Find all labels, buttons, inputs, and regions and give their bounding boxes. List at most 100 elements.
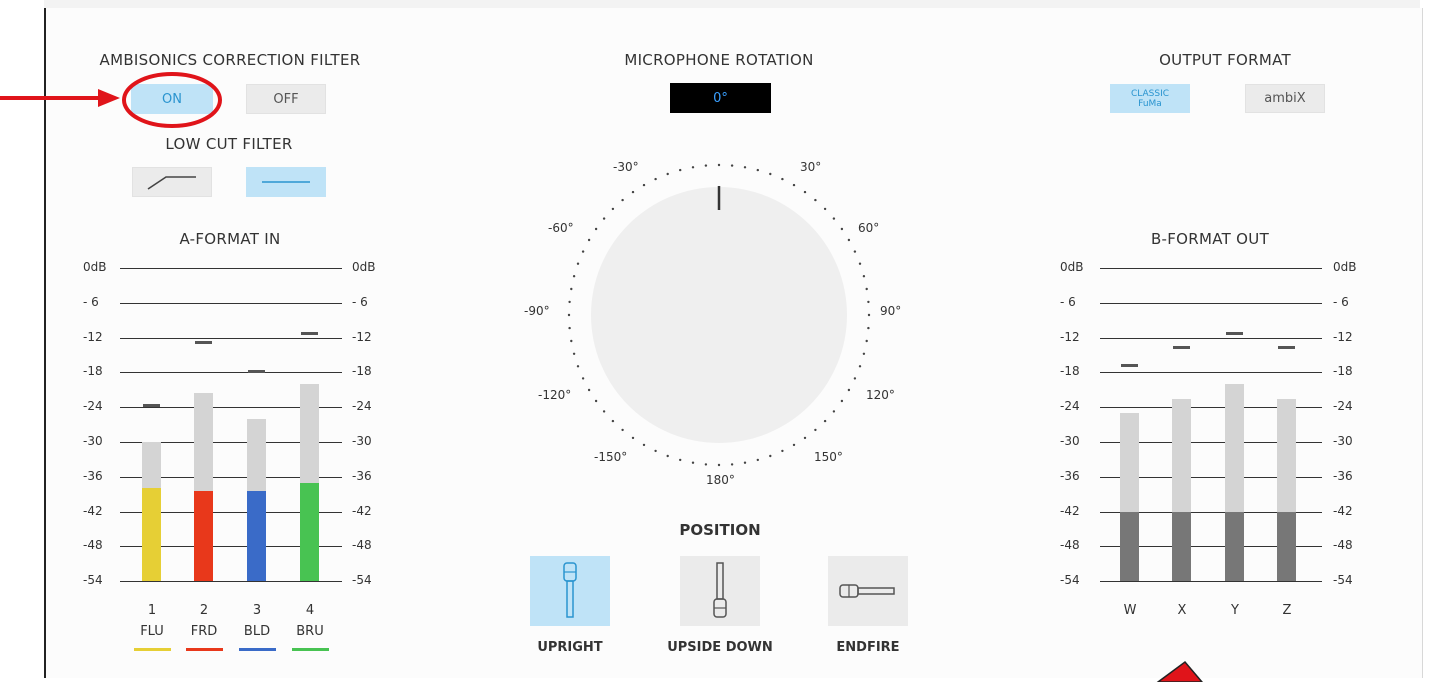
low-cut-flat-button[interactable]: [246, 167, 326, 197]
a-channel-color-swatch: [239, 648, 276, 651]
b-meter-scale-label-right: -18: [1333, 364, 1353, 379]
a-meter-scale-label-left: -18: [83, 364, 103, 379]
b-meter-scale-label-left: -54: [1060, 573, 1080, 588]
a-meter-scale-label-right: -48: [352, 538, 372, 553]
dial-dot: [823, 207, 827, 211]
b-channel-name: Z: [1282, 603, 1292, 618]
b-meter-gridline: [1100, 372, 1322, 374]
dial-dot: [602, 410, 606, 413]
a-meter-peak-marker: [143, 404, 160, 408]
b-meter-scale-label-right: -12: [1333, 329, 1353, 344]
a-meter-scale-label-left: -42: [83, 503, 103, 518]
rotation-knob[interactable]: [591, 187, 847, 443]
a-meter-scale-label-right: -12: [352, 329, 372, 344]
a-meter-scale-label-right: -24: [352, 399, 372, 414]
dial-dot: [621, 198, 624, 202]
output-classic-fuma-button[interactable]: CLASSIC FuMa: [1110, 84, 1190, 113]
dial-dot: [611, 419, 615, 423]
b-meter-scale-label-left: -42: [1060, 503, 1080, 518]
a-channel-name: FLU: [140, 624, 164, 639]
position-upside-down-label: UPSIDE DOWN: [667, 640, 773, 655]
mic-upright-icon: [563, 562, 577, 618]
angle-label-minus120: -120°: [538, 388, 572, 402]
correction-off-button[interactable]: OFF: [246, 84, 326, 114]
a-meter-gridline: [120, 337, 342, 339]
b-meter-scale-label-left: - 6: [1060, 294, 1076, 309]
dial-dot: [743, 461, 747, 464]
b-meter-gridline: [1100, 268, 1322, 269]
dial-dot: [570, 339, 573, 343]
dial-dot: [814, 428, 817, 432]
a-meter-signal-bar: [142, 488, 161, 582]
dial-dot: [666, 172, 669, 176]
b-meter-peak-marker: [1226, 331, 1243, 335]
fuma-label: FuMa: [1138, 98, 1162, 109]
a-meter-scale-label-left: -48: [83, 538, 103, 553]
dial-dot: [581, 250, 585, 253]
flat-line-icon: [262, 181, 310, 183]
dial-dot: [858, 365, 862, 368]
correction-filter-title: AMBISONICS CORRECTION FILTER: [99, 51, 361, 69]
rotation-value-display[interactable]: 0°: [670, 83, 771, 113]
dial-dot: [792, 183, 796, 187]
dial-dot: [840, 399, 844, 403]
a-meter-scale-label-left: -24: [83, 399, 103, 414]
a-meter-peak-marker: [248, 369, 265, 373]
a-meter-scale-label-right: -54: [352, 573, 372, 588]
dial-dot: [568, 300, 571, 304]
dial-dot: [631, 436, 635, 440]
a-meter-scale-label-right: 0dB: [352, 260, 376, 274]
dial-dot: [642, 443, 646, 447]
b-meter-scale-label-left: -24: [1060, 399, 1080, 414]
dial-dot: [730, 164, 734, 167]
dial-dot: [792, 443, 796, 447]
b-meter-scale-label-left: -18: [1060, 364, 1080, 379]
position-endfire-button[interactable]: [828, 556, 908, 626]
b-meter-peak-marker: [1173, 346, 1190, 350]
dial-dot: [832, 410, 836, 413]
b-meter-scale-label-right: -48: [1333, 538, 1353, 553]
dial-dot: [858, 262, 862, 265]
output-ambix-button[interactable]: ambiX: [1245, 84, 1325, 113]
dial-dot: [587, 238, 591, 242]
mic-endfire-icon: [839, 584, 895, 598]
angle-label-minus90: -90°: [524, 304, 550, 318]
dial-dot: [611, 207, 615, 211]
dial-dot: [572, 275, 576, 278]
angle-label-minus30: -30°: [613, 160, 639, 174]
rotation-dial[interactable]: [540, 150, 900, 480]
position-upright-label: UPRIGHT: [537, 640, 603, 655]
dial-dot: [576, 365, 580, 368]
position-upside-down-button[interactable]: [680, 556, 760, 626]
a-meter-gridline: [120, 268, 342, 269]
b-meter-gridline: [1100, 302, 1322, 304]
b-meter-scale-label-left: -12: [1060, 329, 1080, 344]
dial-dot: [847, 388, 851, 392]
dial-dot: [654, 177, 657, 181]
low-cut-highpass-button[interactable]: [132, 167, 212, 197]
a-meter-scale-label-left: -54: [83, 573, 103, 588]
a-meter-gridline: [120, 581, 342, 583]
b-meter-scale-label-left: 0dB: [1060, 260, 1084, 274]
dial-dot: [581, 377, 585, 380]
b-meter-signal-bar: [1225, 511, 1244, 582]
dial-dot: [853, 377, 857, 380]
dial-dot: [572, 352, 576, 355]
position-upright-button[interactable]: [530, 556, 610, 626]
dial-dot: [691, 166, 695, 169]
dial-dot: [867, 326, 870, 330]
angle-label-180: 180°: [706, 473, 735, 487]
a-channel-color-swatch: [134, 648, 171, 651]
b-meter-scale-label-right: -36: [1333, 468, 1353, 483]
angle-label-150: 150°: [814, 450, 843, 464]
b-meter-peak-marker: [1121, 363, 1138, 367]
dial-dot: [847, 238, 851, 242]
a-meter-scale-label-left: 0dB: [83, 260, 107, 274]
a-meter-scale-label-right: -30: [352, 434, 372, 448]
annotation-circle: [122, 72, 222, 128]
b-meter-scale-label-left: -36: [1060, 468, 1080, 483]
dial-dot: [570, 287, 573, 291]
angle-label-30: 30°: [800, 160, 822, 174]
low-cut-filter-title: LOW CUT FILTER: [165, 135, 293, 153]
b-meter-scale-label-right: -30: [1333, 434, 1353, 448]
